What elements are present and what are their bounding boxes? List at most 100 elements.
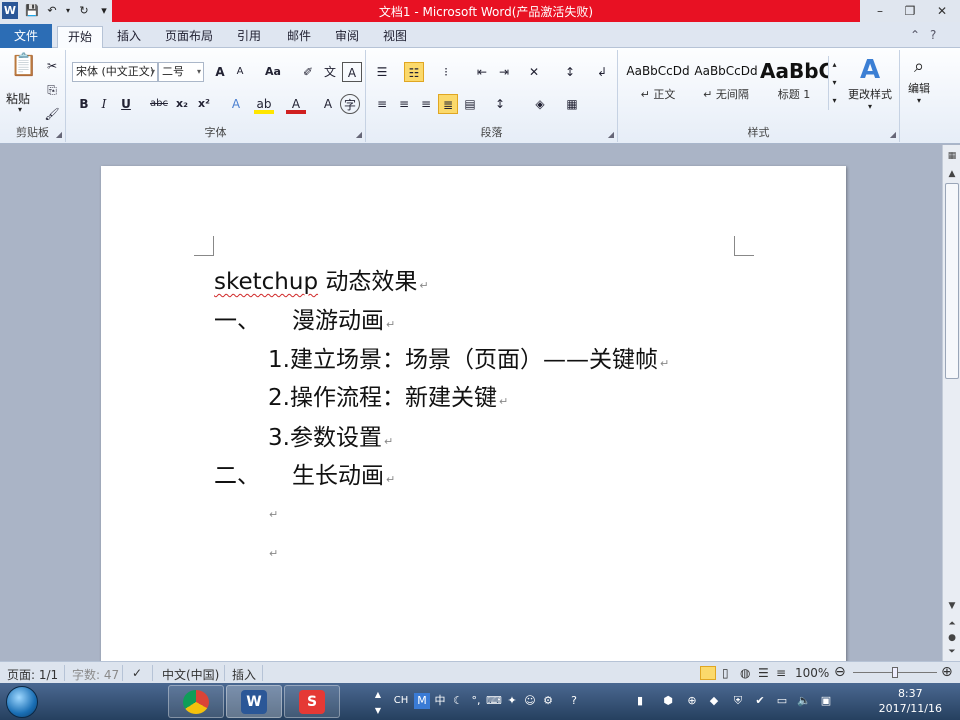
start-button[interactable] (6, 686, 38, 718)
show-marks-icon[interactable]: ↲ (592, 62, 612, 82)
font-dialog-launcher-icon[interactable]: ◢ (356, 130, 362, 139)
line-spacing-icon[interactable]: ↕ (490, 94, 510, 114)
moon-icon[interactable]: ☾ (450, 693, 466, 709)
clipboard-dialog-launcher-icon[interactable]: ◢ (56, 130, 62, 139)
highlight-color-icon[interactable]: ab (254, 94, 274, 114)
editing-button[interactable]: ⌕ 编辑 ▾ (904, 54, 934, 105)
character-shading-icon[interactable]: A (318, 94, 338, 114)
next-page-icon[interactable]: ⏷ (945, 645, 959, 659)
bullets-icon[interactable]: ☰ (372, 62, 392, 82)
close-icon[interactable]: ✕ (928, 2, 956, 20)
keyboard-icon[interactable]: ⌨ (486, 693, 502, 709)
change-case-button[interactable]: Aa (260, 62, 286, 82)
zoom-level[interactable]: 100% (795, 666, 829, 680)
change-styles-button[interactable]: A 更改样式 ▾ (844, 54, 896, 111)
system-clock[interactable]: 8:37 2017/11/16 (879, 686, 942, 716)
styles-scroll[interactable]: ▴ ▾ ▾ (828, 56, 840, 110)
underline-button[interactable]: U (116, 94, 136, 114)
styles-dialog-launcher-icon[interactable]: ◢ (890, 130, 896, 139)
taskbar-sketchup-button[interactable]: S (284, 685, 340, 718)
network-icon[interactable]: ▣ (818, 693, 834, 709)
style-no-spacing[interactable]: AaBbCcDd ↵ 无间隔 (692, 56, 760, 108)
settings-icon[interactable]: ⚙ (540, 693, 556, 709)
shield-icon[interactable]: ⛨ (730, 693, 746, 709)
justify-icon[interactable]: ≣ (438, 94, 458, 114)
full-screen-reading-icon[interactable]: ▯ (722, 666, 729, 680)
scroll-thumb[interactable] (945, 183, 959, 379)
increase-indent-icon[interactable]: ⇥ (494, 62, 514, 82)
network-drive-icon[interactable]: ◆ (706, 693, 722, 709)
italic-button[interactable]: I (94, 94, 114, 114)
numbering-icon[interactable]: ☷ (404, 62, 424, 82)
draft-icon[interactable]: ≡ (776, 666, 786, 680)
tab-page-layout[interactable]: 页面布局 (158, 26, 220, 48)
grow-font-button[interactable]: A (210, 62, 230, 82)
customize-toolbar-icon[interactable]: ▾ (96, 2, 112, 19)
scroll-down-icon[interactable]: ▼ (945, 599, 959, 613)
doc-line-item-1[interactable]: 1.建立场景：场景（页面）——关键帧 ↵ (268, 340, 669, 374)
maximize-icon[interactable]: ❐ (896, 2, 924, 20)
zoom-in-icon[interactable]: ⊕ (941, 664, 953, 680)
doc-line-item-3[interactable]: 3.参数设置 ↵ (268, 418, 393, 452)
scroll-up-icon[interactable]: ▲ (945, 167, 959, 181)
doc-line-heading-2[interactable]: 二、 生长动画 ↵ (214, 456, 395, 490)
paste-icon[interactable]: 📋 (10, 55, 37, 88)
security-icon[interactable]: ⬢ (660, 693, 676, 709)
tools-icon[interactable]: ✦ (504, 693, 520, 709)
word-count[interactable]: 字数: 47 (72, 666, 119, 683)
sort-icon[interactable]: ↕ (560, 62, 580, 82)
doc-line-item-2[interactable]: 2.操作流程：新建关键 ↵ (268, 378, 508, 412)
strikethrough-button[interactable]: abc (146, 94, 172, 114)
style-normal[interactable]: AaBbCcDd ↵ 正文 (624, 56, 692, 108)
paragraph-dialog-launcher-icon[interactable]: ◢ (608, 130, 614, 139)
word-app-icon[interactable]: W (2, 2, 18, 19)
enclose-characters-icon[interactable]: 字 (340, 94, 360, 114)
format-painter-icon[interactable]: 🖌 (42, 104, 62, 124)
page-count[interactable]: 页面: 1/1 (7, 666, 58, 683)
ruler-toggle-icon[interactable]: ▦ (945, 149, 959, 163)
tab-mailings[interactable]: 邮件 (276, 26, 322, 48)
doc-line-title[interactable]: sketchup 动态效果 ↵ (214, 262, 429, 296)
subscript-button[interactable]: x₂ (172, 94, 192, 114)
tab-home[interactable]: 开始 (57, 26, 103, 48)
punctuation-icon[interactable]: °, (468, 693, 484, 709)
tab-review[interactable]: 审阅 (324, 26, 370, 48)
align-left-icon[interactable]: ≡ (372, 94, 392, 114)
monitor-icon[interactable]: ▭ (774, 693, 790, 709)
shrink-font-button[interactable]: A (230, 62, 250, 82)
borders-icon[interactable]: ▦ (562, 94, 582, 114)
skin-icon[interactable]: ☺ (522, 693, 538, 709)
redo-icon[interactable]: ↻ (76, 2, 92, 19)
battery-icon[interactable]: ▮ (632, 693, 648, 709)
paste-dropdown-icon[interactable]: ▾ (18, 105, 22, 114)
taskbar-scroll-down-icon[interactable]: ▼ (370, 703, 386, 719)
add-icon[interactable]: ⊕ (684, 693, 700, 709)
ime-logo-icon[interactable]: M (414, 693, 430, 709)
tab-insert[interactable]: 插入 (106, 26, 152, 48)
undo-icon[interactable]: ↶ (44, 2, 60, 19)
tab-references[interactable]: 引用 (226, 26, 272, 48)
bold-button[interactable]: B (74, 94, 94, 114)
copy-icon[interactable]: ⎘ (42, 80, 62, 100)
language[interactable]: 中文(中国) (162, 666, 219, 683)
minimize-ribbon-icon[interactable]: ⌃ (910, 28, 920, 42)
web-layout-icon[interactable]: ◍ (740, 666, 750, 680)
zoom-slider-knob[interactable] (892, 667, 898, 678)
taskbar-word-button[interactable]: W (226, 685, 282, 718)
chinese-layout-icon[interactable]: ✕ (524, 62, 544, 82)
print-layout-icon[interactable] (700, 666, 716, 680)
clear-format-icon[interactable]: ✐ (298, 62, 318, 82)
volume-icon[interactable]: 🔈 (796, 693, 812, 709)
font-size-combo[interactable]: 二号 ▾ (158, 62, 204, 82)
taskbar-scroll-up-icon[interactable]: ▲ (370, 687, 386, 703)
character-border-icon[interactable]: A (342, 62, 362, 82)
previous-page-icon[interactable]: ⏶ (945, 617, 959, 631)
text-effects-icon[interactable]: A (226, 94, 246, 114)
taskbar-chrome-button[interactable] (168, 685, 224, 718)
decrease-indent-icon[interactable]: ⇤ (472, 62, 492, 82)
phonetic-guide-icon[interactable]: 文 (320, 62, 340, 82)
doc-line-heading-1[interactable]: 一、 漫游动画 ↵ (214, 301, 395, 335)
zoom-out-icon[interactable]: ⊖ (834, 664, 846, 680)
undo-dropdown-icon[interactable]: ▾ (60, 2, 76, 19)
font-color-icon[interactable]: A (286, 94, 306, 114)
